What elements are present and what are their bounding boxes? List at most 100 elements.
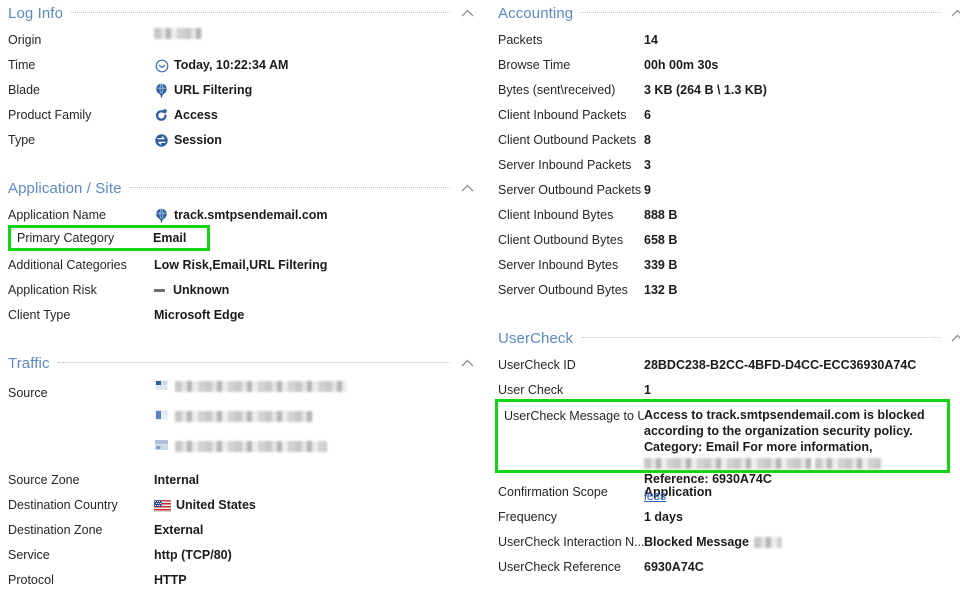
chevron-up-icon[interactable]: [450, 9, 478, 17]
section-header-usercheck[interactable]: UserCheck: [498, 325, 960, 351]
row-value: Blocked Message: [644, 530, 960, 555]
access-icon: [154, 108, 169, 123]
redacted-value: [754, 537, 782, 548]
row-value: Session: [154, 128, 478, 153]
row-value: [154, 378, 478, 394]
redacted-value: [175, 411, 313, 422]
host-icon: [154, 378, 170, 394]
row-label: Blade: [8, 78, 154, 103]
row-server-outbound-packets: Server Outbound Packets 9: [498, 178, 960, 203]
chevron-up-icon[interactable]: [940, 9, 960, 17]
row-packets: Packets 14: [498, 28, 960, 53]
host-icon: [154, 438, 170, 454]
row-label: Protocol: [8, 568, 154, 593]
row-label: UserCheck ID: [498, 353, 644, 378]
row-value: 8: [644, 128, 960, 153]
row-label: Server Inbound Bytes: [498, 253, 644, 278]
row-source: Source: [8, 378, 478, 408]
row-client-type: Client Type Microsoft Edge: [8, 303, 478, 328]
row-client-outbound-bytes: Client Outbound Bytes 658 B: [498, 228, 960, 253]
row-label: UserCheck Reference: [498, 555, 644, 580]
row-value-text: Today, 10:22:34 AM: [174, 53, 288, 78]
clock-icon: [154, 58, 169, 73]
row-source-3: [8, 438, 478, 468]
row-value: URL Filtering: [154, 78, 478, 103]
row-value: 658 B: [644, 228, 960, 253]
row-label: Destination Country: [8, 493, 154, 518]
row-label: Origin: [8, 28, 154, 53]
primary-category-highlighted-row[interactable]: Primary Category Email: [8, 225, 210, 251]
section-title-application-site: Application / Site: [8, 180, 130, 197]
row-value-text: Session: [174, 128, 222, 153]
row-label: Confirmation Scope: [498, 480, 644, 505]
row-value: Low Risk,Email,URL Filtering: [154, 253, 478, 278]
section-title-log-info: Log Info: [8, 5, 71, 22]
usercheck-message-body: Access to track.smtpsendemail.com is blo…: [644, 405, 947, 504]
host-icon: [154, 408, 170, 424]
row-label: Source Zone: [8, 468, 154, 493]
row-destination-zone: Destination Zone External: [8, 518, 478, 543]
row-value: Access: [154, 103, 478, 128]
row-source-2: [8, 408, 478, 438]
row-value-text: Unknown: [173, 278, 229, 303]
row-label-primary-category: Primary Category: [17, 228, 153, 248]
row-value: 888 B: [644, 203, 960, 228]
row-value-text: Access: [174, 103, 218, 128]
row-server-inbound-bytes: Server Inbound Bytes 339 B: [498, 253, 960, 278]
row-additional-categories: Additional Categories Low Risk,Email,URL…: [8, 253, 478, 278]
row-label: Client Outbound Bytes: [498, 228, 644, 253]
usercheck-message-highlighted-row[interactable]: UserCheck Message to U... Access to trac…: [495, 399, 950, 473]
row-value: 6930A74C: [644, 555, 960, 580]
row-usercheck-id: UserCheck ID 28BDC238-B2CC-4BFD-D4CC-ECC…: [498, 353, 960, 378]
url-filtering-icon: [154, 83, 169, 98]
section-header-traffic[interactable]: Traffic: [8, 350, 478, 376]
row-value: 28BDC238-B2CC-4BFD-D4CC-ECC36930A74C: [644, 353, 960, 378]
row-label: Product Family: [8, 103, 154, 128]
row-value: HTTP: [154, 568, 478, 593]
row-blade: Blade URL Filtering: [8, 78, 478, 103]
section-divider: [130, 186, 450, 188]
row-label: Server Outbound Packets: [498, 178, 644, 203]
row-server-inbound-packets: Server Inbound Packets 3: [498, 153, 960, 178]
redacted-value: [175, 381, 347, 392]
row-value: 3 KB (264 B \ 1.3 KB): [644, 78, 960, 103]
section-header-log-info[interactable]: Log Info: [8, 0, 478, 26]
chevron-up-icon[interactable]: [450, 359, 478, 367]
row-label: Client Outbound Packets: [498, 128, 644, 153]
section-header-accounting[interactable]: Accounting: [498, 0, 960, 26]
row-destination-country: Destination Country: [8, 493, 478, 518]
less-link[interactable]: less: [644, 488, 666, 504]
dash-icon: [154, 289, 165, 292]
row-value: 14: [644, 28, 960, 53]
row-value: 1 days: [644, 505, 960, 530]
row-label: UserCheck Interaction N...: [498, 530, 644, 555]
row-type: Type Session: [8, 128, 478, 153]
row-usercheck-interaction-name: UserCheck Interaction N... Blocked Messa…: [498, 530, 960, 555]
chevron-up-icon[interactable]: [940, 334, 960, 342]
row-label: Client Inbound Packets: [498, 103, 644, 128]
row-client-outbound-packets: Client Outbound Packets 8: [498, 128, 960, 153]
row-value-primary-category: Email: [153, 228, 203, 248]
row-label: Bytes (sent\received): [498, 78, 644, 103]
row-label: Source: [8, 378, 154, 408]
row-application-risk: Application Risk Unknown: [8, 278, 478, 303]
row-service: Service http (TCP/80): [8, 543, 478, 568]
row-value: 9: [644, 178, 960, 203]
section-header-application-site[interactable]: Application / Site: [8, 175, 478, 201]
row-value: 3: [644, 153, 960, 178]
row-value: http (TCP/80): [154, 543, 478, 568]
row-product-family: Product Family Access: [8, 103, 478, 128]
row-value: Internal: [154, 468, 478, 493]
section-divider: [581, 336, 940, 338]
row-label: Browse Time: [498, 53, 644, 78]
row-source-zone: Source Zone Internal: [8, 468, 478, 493]
section-title-traffic: Traffic: [8, 355, 58, 372]
redacted-value: [815, 458, 881, 469]
chevron-up-icon[interactable]: [450, 184, 478, 192]
row-server-outbound-bytes: Server Outbound Bytes 132 B: [498, 278, 960, 303]
redacted-value: [644, 458, 812, 469]
row-browse-time: Browse Time 00h 00m 30s: [498, 53, 960, 78]
row-value: External: [154, 518, 478, 543]
row-time: Time Today, 10:22:34 AM: [8, 53, 478, 78]
usercheck-message-text-part1: Access to track.smtpsendemail.com is blo…: [644, 408, 925, 454]
